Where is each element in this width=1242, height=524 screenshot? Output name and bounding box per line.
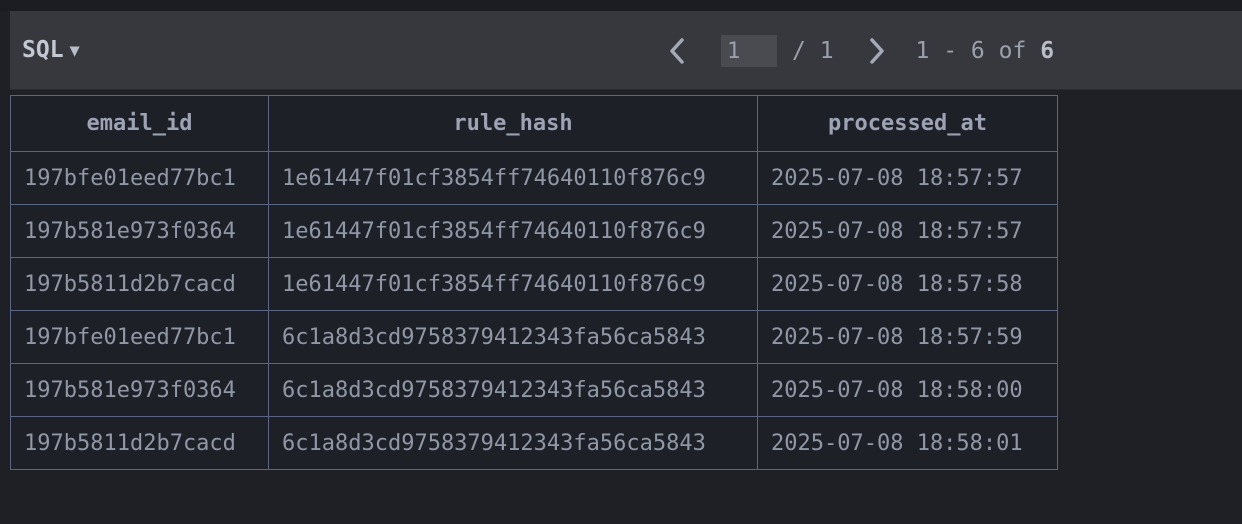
row-count: 6 xyxy=(1040,38,1055,64)
cell-rule-hash[interactable]: 6c1a8d3cd9758379412343fa56ca5843 xyxy=(268,310,758,364)
cell-rule-hash[interactable]: 6c1a8d3cd9758379412343fa56ca5843 xyxy=(268,363,758,417)
next-page-button[interactable] xyxy=(864,33,890,69)
table-row: 197b5811d2b7cacd 6c1a8d3cd9758379412343f… xyxy=(10,416,1058,470)
pagination: / 1 1 - 6 of 6 xyxy=(664,33,1054,69)
results-table: email_id rule_hash processed_at 197bfe01… xyxy=(10,95,1058,470)
column-header-processed-at[interactable]: processed_at xyxy=(757,95,1058,152)
cell-rule-hash[interactable]: 1e61447f01cf3854ff74640110f876c9 xyxy=(268,204,758,258)
top-strip xyxy=(0,0,1242,11)
cell-rule-hash[interactable]: 1e61447f01cf3854ff74640110f876c9 xyxy=(268,257,758,311)
cell-processed-at[interactable]: 2025-07-08 18:57:57 xyxy=(757,151,1058,205)
results-table-container: email_id rule_hash processed_at 197bfe01… xyxy=(10,95,1058,470)
row-range-label: 1 - 6 of xyxy=(915,38,1027,64)
table-row: 197b581e973f0364 1e61447f01cf3854ff74640… xyxy=(10,204,1058,258)
table-row: 197b5811d2b7cacd 1e61447f01cf3854ff74640… xyxy=(10,257,1058,311)
caret-down-icon: ▼ xyxy=(69,41,80,61)
previous-page-button[interactable] xyxy=(664,33,690,69)
row-range: 1 - 6 of 6 xyxy=(916,38,1055,64)
cell-email-id[interactable]: 197bfe01eed77bc1 xyxy=(10,151,269,205)
table-row: 197bfe01eed77bc1 6c1a8d3cd9758379412343f… xyxy=(10,310,1058,364)
column-header-rule-hash[interactable]: rule_hash xyxy=(268,95,758,152)
cell-rule-hash[interactable]: 1e61447f01cf3854ff74640110f876c9 xyxy=(268,151,758,205)
cell-processed-at[interactable]: 2025-07-08 18:58:01 xyxy=(757,416,1058,470)
language-dropdown[interactable]: SQL ▼ xyxy=(22,37,80,63)
cell-email-id[interactable]: 197bfe01eed77bc1 xyxy=(10,310,269,364)
cell-email-id[interactable]: 197b581e973f0364 xyxy=(10,204,269,258)
cell-processed-at[interactable]: 2025-07-08 18:57:59 xyxy=(757,310,1058,364)
page-total: / 1 xyxy=(792,38,834,64)
table-row: 197bfe01eed77bc1 1e61447f01cf3854ff74640… xyxy=(10,151,1058,205)
cell-processed-at[interactable]: 2025-07-08 18:58:00 xyxy=(757,363,1058,417)
table-header-row: email_id rule_hash processed_at xyxy=(10,95,1058,152)
results-toolbar: SQL ▼ / 1 1 - 6 of 6 xyxy=(10,11,1242,90)
cell-email-id[interactable]: 197b5811d2b7cacd xyxy=(10,416,269,470)
chevron-right-icon xyxy=(869,38,884,64)
cell-processed-at[interactable]: 2025-07-08 18:57:57 xyxy=(757,204,1058,258)
page-number-input[interactable] xyxy=(721,35,777,67)
language-label: SQL xyxy=(22,37,64,63)
cell-email-id[interactable]: 197b581e973f0364 xyxy=(10,363,269,417)
table-row: 197b581e973f0364 6c1a8d3cd9758379412343f… xyxy=(10,363,1058,417)
cell-rule-hash[interactable]: 6c1a8d3cd9758379412343fa56ca5843 xyxy=(268,416,758,470)
column-header-email-id[interactable]: email_id xyxy=(10,95,269,152)
cell-email-id[interactable]: 197b5811d2b7cacd xyxy=(10,257,269,311)
chevron-left-icon xyxy=(670,38,684,64)
cell-processed-at[interactable]: 2025-07-08 18:57:58 xyxy=(757,257,1058,311)
